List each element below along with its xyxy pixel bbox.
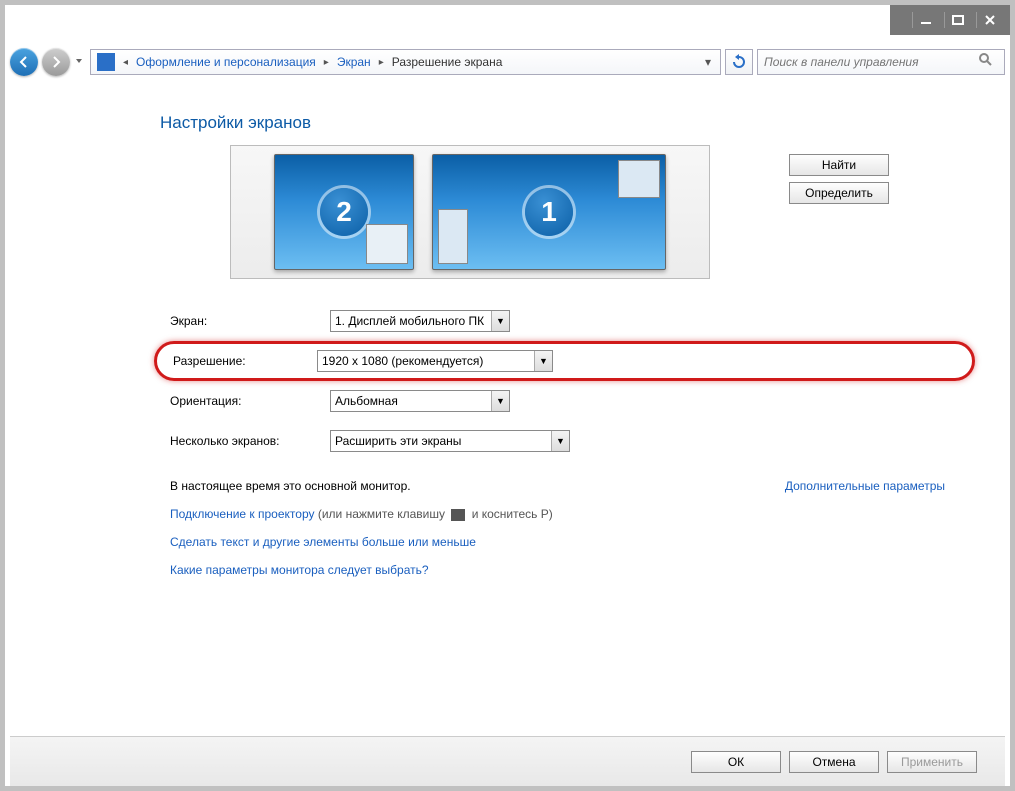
display-row: Экран: 1. Дисплей мобильного ПК ▼ (170, 301, 945, 341)
resolution-select[interactable]: 1920 x 1080 (рекомендуется) ▼ (317, 350, 553, 372)
content-area: Настройки экранов 2 1 Найти Определить (10, 85, 1005, 726)
primary-monitor-text: В настоящее время это основной монитор. (170, 479, 411, 493)
display-select[interactable]: 1. Дисплей мобильного ПК ▼ (330, 310, 510, 332)
chevron-left-icon: ◂ (119, 57, 132, 68)
monitor-arrangement-panel[interactable]: 2 1 Найти Определить (230, 145, 710, 279)
detect-button[interactable]: Найти (789, 154, 889, 176)
refresh-button[interactable] (725, 49, 753, 75)
resolution-label: Разрешение: (173, 354, 317, 368)
breadcrumb-appearance[interactable]: Оформление и персонализация (132, 53, 320, 71)
footer-buttons: ОК Отмена Применить (10, 736, 1005, 786)
chevron-down-icon[interactable]: ▼ (551, 431, 569, 451)
resolution-value: 1920 x 1080 (рекомендуется) (322, 354, 483, 368)
minimize-button[interactable] (912, 12, 938, 28)
chevron-down-icon[interactable]: ▼ (491, 391, 509, 411)
advanced-settings-link[interactable]: Дополнительные параметры (785, 479, 945, 493)
monitor-2[interactable]: 2 (274, 154, 414, 270)
monitor-1[interactable]: 1 (432, 154, 666, 270)
cancel-button[interactable]: Отмена (789, 751, 879, 773)
back-button[interactable] (10, 48, 38, 76)
page-title: Настройки экранов (160, 113, 945, 133)
navigation-bar: ◂ Оформление и персонализация ▸ Экран ▸ … (10, 45, 1005, 79)
breadcrumb-display[interactable]: Экран (333, 53, 375, 71)
multiple-displays-select[interactable]: Расширить эти экраны ▼ (330, 430, 570, 452)
multiple-displays-value: Расширить эти экраны (335, 434, 461, 448)
address-bar[interactable]: ◂ Оформление и персонализация ▸ Экран ▸ … (90, 49, 721, 75)
monitor-number-label: 1 (525, 188, 573, 236)
control-panel-icon (97, 53, 115, 71)
orientation-label: Ориентация: (170, 394, 330, 408)
multiple-displays-row: Несколько экранов: Расширить эти экраны … (170, 421, 945, 461)
identify-button[interactable]: Определить (789, 182, 889, 204)
search-input[interactable] (764, 55, 978, 69)
projector-hint-b: и коснитесь P) (472, 507, 553, 521)
search-box[interactable] (757, 49, 1005, 75)
chevron-right-icon: ▸ (375, 57, 388, 68)
window-preview-icon (366, 224, 408, 264)
monitor-help-link[interactable]: Какие параметры монитора следует выбрать… (170, 563, 429, 577)
display-value: 1. Дисплей мобильного ПК (335, 314, 484, 328)
monitor-number-label: 2 (320, 188, 368, 236)
chevron-down-icon[interactable]: ▼ (491, 311, 509, 331)
display-label: Экран: (170, 314, 330, 328)
ok-button[interactable]: ОК (691, 751, 781, 773)
projector-hint-a: (или нажмите клавишу (318, 507, 449, 521)
titlebar (890, 5, 1010, 35)
forward-button[interactable] (42, 48, 70, 76)
primary-monitor-info: В настоящее время это основной монитор. … (170, 479, 945, 493)
text-size-link[interactable]: Сделать текст и другие элементы больше и… (170, 535, 476, 549)
orientation-value: Альбомная (335, 394, 398, 408)
search-icon[interactable] (978, 52, 998, 72)
maximize-button[interactable] (944, 12, 970, 28)
apply-button: Применить (887, 751, 977, 773)
window-preview-icon (438, 209, 468, 264)
multiple-displays-label: Несколько экранов: (170, 434, 330, 448)
history-dropdown-icon[interactable] (74, 56, 86, 68)
address-dropdown-icon[interactable]: ▾ (698, 55, 718, 69)
orientation-row: Ориентация: Альбомная ▼ (170, 381, 945, 421)
projector-link[interactable]: Подключение к проектору (170, 507, 315, 521)
window-frame: ◂ Оформление и персонализация ▸ Экран ▸ … (0, 0, 1015, 791)
orientation-select[interactable]: Альбомная ▼ (330, 390, 510, 412)
resolution-row-highlight: Разрешение: 1920 x 1080 (рекомендуется) … (154, 341, 975, 381)
chevron-down-icon[interactable]: ▼ (534, 351, 552, 371)
breadcrumb-resolution[interactable]: Разрешение экрана (388, 53, 507, 71)
windows-key-icon (451, 509, 465, 521)
chevron-right-icon: ▸ (320, 57, 333, 68)
close-button[interactable] (976, 12, 1002, 28)
window-preview-icon (618, 160, 660, 198)
